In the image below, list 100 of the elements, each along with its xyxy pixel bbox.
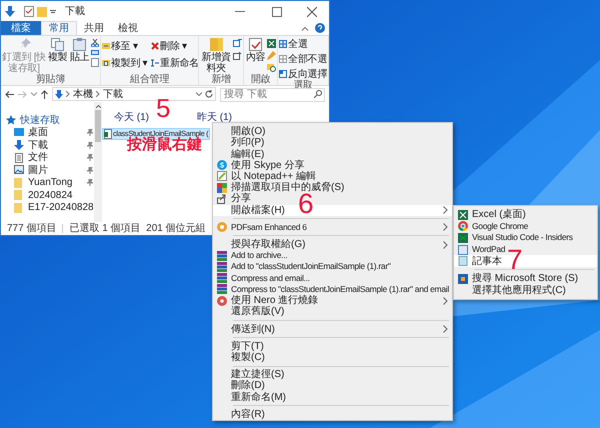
ribbon-button[interactable]: 複製: [47, 38, 68, 63]
status-text: 777 個項目: [7, 222, 56, 236]
menu-item[interactable]: PDFsam Enhanced 6: [213, 222, 452, 233]
colored-squares-icon: [217, 182, 227, 193]
up-arrow-icon: [41, 90, 48, 98]
menu-item[interactable]: 選擇其他應用程式(C): [454, 284, 597, 296]
menu-item[interactable]: Excel (桌面): [454, 209, 597, 221]
nav-item[interactable]: 圖片: [10, 164, 94, 176]
menu-item[interactable]: 重新命名(M): [213, 391, 452, 403]
ribbon-button[interactable]: 重新命名: [151, 57, 198, 69]
menu-item[interactable]: Visual Studio Code - Insiders: [454, 232, 597, 244]
select-none-icon: [279, 55, 288, 63]
nav-item[interactable]: YuanTong: [10, 176, 94, 189]
nav-item[interactable]: 快速存取: [6, 114, 94, 126]
menu-item[interactable]: 刪除(D): [213, 380, 452, 392]
menu-item[interactable]: 使用 Nero 進行燒錄: [213, 295, 452, 306]
ribbon-button[interactable]: 反向選擇: [279, 68, 327, 80]
ribbon-button[interactable]: 移至 ▾: [102, 40, 148, 52]
rename-icon: [151, 59, 160, 67]
ribbon-button[interactable]: 複製到 ▾: [102, 57, 148, 69]
ribbon-tab[interactable]: 檢視: [111, 21, 145, 35]
group-heading: 今天 (1): [114, 111, 149, 125]
scrollbar[interactable]: [94, 102, 102, 222]
ribbon-tab[interactable]: 常用: [41, 21, 77, 35]
menu-item[interactable]: 還原舊版(V): [213, 306, 452, 318]
ribbon-tab[interactable]: 共用: [77, 21, 111, 35]
menu-item[interactable]: 開啟(O): [213, 126, 452, 138]
menu-item[interactable]: Compress to "classStudentJoinEmailSample (1).rar" and email: [213, 284, 452, 295]
folder-icon: [14, 190, 24, 200]
nav-item[interactable]: E17-20240828: [10, 202, 94, 214]
nav-item[interactable]: 下載: [10, 139, 94, 152]
excel-icon: [267, 39, 276, 48]
disc-icon: [217, 296, 227, 306]
copy-path-icon: [91, 50, 99, 55]
nav-item[interactable]: 文件: [10, 152, 94, 164]
ribbon-button[interactable]: 內容: [245, 38, 266, 63]
edit-pencil-icon: [267, 51, 276, 60]
folder-icon: [37, 6, 47, 16]
menu-item[interactable]: 建立捷徑(S): [213, 369, 452, 380]
ribbon-group-label: 剪貼簿: [34, 74, 66, 85]
star-icon: [6, 115, 16, 126]
search-field[interactable]: 搜尋 下載: [220, 88, 325, 102]
easy-access-icon: [233, 52, 242, 60]
chevron-right-icon: [66, 91, 70, 97]
maximize-icon: [272, 6, 282, 16]
ribbon-group-label: 新增: [210, 74, 232, 85]
folder-icon: [14, 178, 24, 188]
ribbon-button[interactable]: 全選: [279, 38, 327, 50]
menu-item[interactable]: 搜尋 Microsoft Store (S): [454, 272, 597, 285]
breadcrumb-item[interactable]: 下載: [103, 86, 123, 102]
menu-item[interactable]: 編輯(E): [213, 148, 452, 160]
spreadsheet-file-icon: [104, 129, 112, 139]
dropdown-chevron-icon: [196, 92, 202, 96]
wordpad-icon: [458, 244, 468, 255]
menu-item[interactable]: Add to archive...: [213, 250, 452, 262]
nav-item[interactable]: 桌面: [10, 126, 94, 139]
monitor-icon: [14, 128, 24, 138]
menu-item[interactable]: 使用 Skype 分享: [213, 160, 452, 171]
folder-copy-icon: [102, 59, 110, 67]
menu-item[interactable]: 以 Notepad++ 編輯: [213, 170, 452, 182]
ribbon-button[interactable]: 全部不選: [279, 53, 327, 65]
menu-item[interactable]: 內容(R): [213, 408, 452, 420]
ribbon-button[interactable]: 貼上: [69, 38, 90, 63]
folder-move-icon: [102, 42, 110, 50]
pin-icon: [18, 38, 30, 51]
clipboard-icon: [73, 38, 86, 51]
dropdown-chevron-icon: [31, 92, 37, 96]
ribbon-button[interactable]: 刪除 ▾: [151, 40, 198, 52]
store-icon: [458, 274, 468, 284]
ribbon-group-label: 組合管理: [129, 74, 170, 85]
annotation-text: 按滑鼠右鍵: [127, 137, 202, 152]
menu-item[interactable]: Compress and email...: [213, 272, 452, 284]
chevron-right-icon: [96, 91, 100, 97]
ribbon-tab[interactable]: 檔案: [1, 21, 41, 35]
menu-item[interactable]: 列印(P): [213, 137, 452, 148]
ribbon-button[interactable]: 新增資料夾: [200, 38, 232, 74]
archive-books-icon: [217, 284, 227, 294]
menu-item[interactable]: 授與存取權給(G): [213, 238, 452, 250]
folder-icon: [14, 202, 24, 213]
menu-item[interactable]: 傳送到(N): [213, 323, 452, 335]
menu-item[interactable]: 複製(C): [213, 352, 452, 364]
menu-item[interactable]: 剪下(T): [213, 340, 452, 352]
menu-item[interactable]: Google Chrome: [454, 220, 597, 232]
breadcrumb-item[interactable]: 本機: [73, 86, 93, 102]
chrome-icon: [458, 221, 468, 232]
close-icon: [307, 6, 317, 16]
folder-icon: [210, 38, 223, 51]
group-heading: 昨天 (1): [197, 111, 232, 125]
menu-item[interactable]: Add to "classStudentJoinEmailSample (1).rar": [213, 261, 452, 273]
window-title: 下載: [65, 4, 85, 19]
ribbon-group-label: 開啟: [250, 74, 272, 85]
invert-selection-icon: [279, 70, 288, 78]
download-arrow-icon: [55, 90, 63, 98]
nav-item[interactable]: 20240824: [10, 189, 94, 202]
refresh-icon: [205, 90, 213, 98]
archive-books-icon: [217, 273, 227, 284]
select-all-icon: [279, 40, 288, 48]
notepad-icon: [458, 256, 468, 266]
scrollbar-thumb[interactable]: [95, 110, 101, 142]
download-arrow-icon: [14, 140, 24, 150]
